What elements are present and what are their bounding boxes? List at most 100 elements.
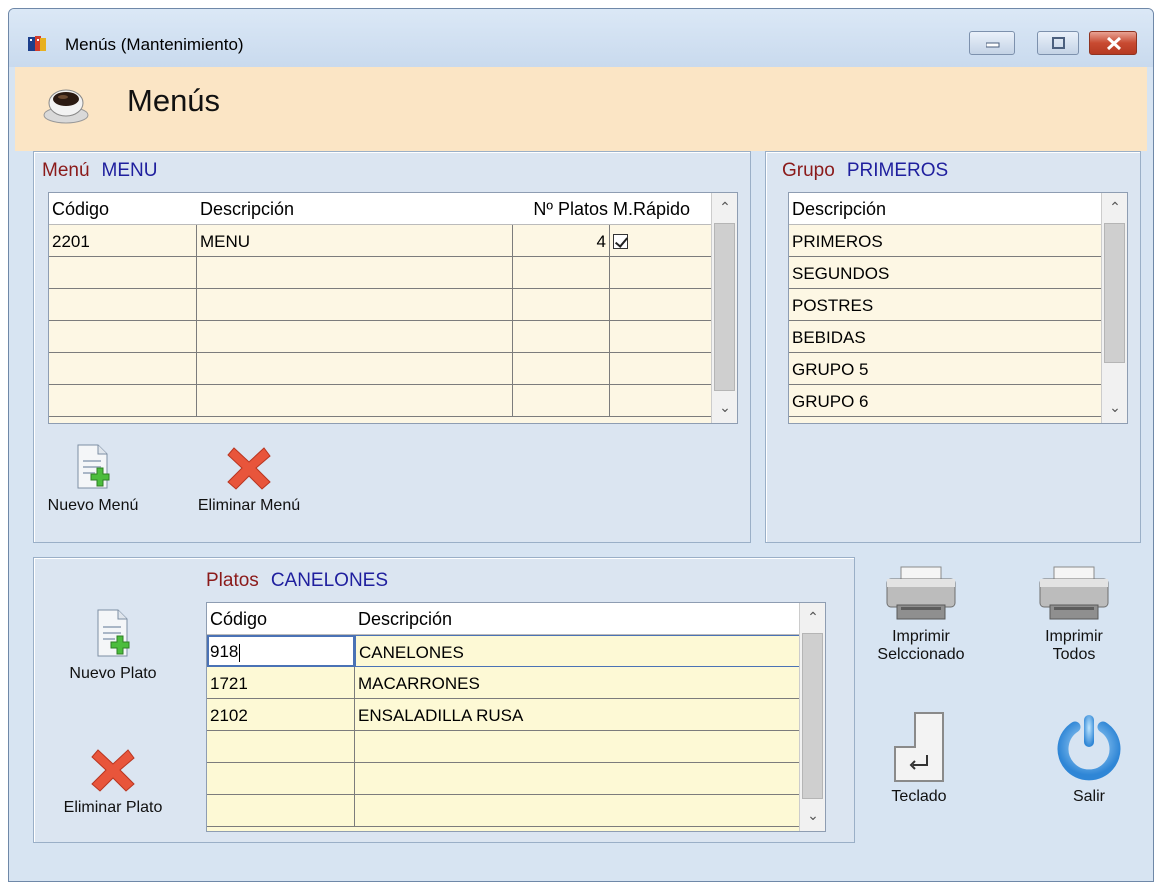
group-table-scrollbar[interactable]: ⌃ ⌄ — [1101, 193, 1127, 423]
maximize-button[interactable] — [1037, 31, 1079, 55]
group-caption-label: Grupo — [782, 160, 835, 181]
maximize-icon — [1052, 37, 1065, 49]
exit-button[interactable]: Salir — [1039, 711, 1139, 806]
print-all-label-2: Todos — [1052, 646, 1096, 663]
print-selected-button[interactable]: Imprimir Selccionado — [861, 565, 981, 664]
group-item[interactable]: GRUPO 6 — [789, 385, 1103, 417]
cell-plato-descripcion[interactable]: MACARRONES — [355, 667, 801, 699]
print-all-button[interactable]: Imprimir Todos — [1021, 565, 1127, 664]
group-item[interactable]: GRUPO 5 — [789, 353, 1103, 385]
cell-m-rapido[interactable] — [610, 225, 713, 257]
coffee-cup-icon — [43, 89, 89, 124]
dishes-caption-label: Platos — [206, 570, 259, 591]
col-m-rapido[interactable]: M.Rápido — [610, 193, 713, 224]
delete-dish-button[interactable]: Eliminar Plato — [48, 744, 178, 817]
title-bar: Menús (Mantenimiento) — [9, 9, 1153, 67]
text-caret — [239, 643, 241, 662]
dishes-caption-value: CANELONES — [270, 570, 389, 591]
list-item[interactable]: POSTRES — [789, 289, 1103, 321]
list-item[interactable]: PRIMEROS — [789, 225, 1103, 257]
col-codigo[interactable]: Código — [49, 193, 197, 224]
table-row[interactable]: 1721 MACARRONES — [207, 667, 801, 699]
new-document-icon — [97, 609, 130, 657]
minimize-button[interactable] — [969, 31, 1015, 55]
dishes-caption: Platos CANELONES — [206, 570, 388, 592]
list-item[interactable]: GRUPO 5 — [789, 353, 1103, 385]
menu-caption: Menú MENU — [42, 160, 157, 182]
app-icon — [28, 36, 46, 51]
dishes-panel: Platos CANELONES Código Descripción 918 C… — [33, 557, 855, 843]
group-caption: Grupo PRIMEROS — [782, 160, 948, 182]
menu-caption-label: Menú — [42, 160, 90, 181]
table-row[interactable] — [49, 289, 713, 321]
window-title: Menús (Mantenimiento) — [65, 35, 244, 54]
scroll-thumb[interactable] — [1104, 223, 1125, 363]
list-item[interactable]: GRUPO 6 — [789, 385, 1103, 417]
menu-table-header: Código Descripción Nº Platos M.Rápido — [49, 193, 713, 225]
new-menu-label: Nuevo Menú — [47, 497, 139, 514]
cell-descripcion[interactable]: MENU — [197, 225, 513, 257]
col-plato-codigo[interactable]: Código — [207, 603, 355, 634]
group-table: Descripción PRIMEROS SEGUNDOS POSTRES BE… — [788, 192, 1128, 424]
cell-plato-descripcion[interactable]: ENSALADILLA RUSA — [355, 699, 801, 731]
keyboard-label: Teclado — [891, 788, 947, 805]
table-row[interactable] — [207, 795, 801, 827]
menu-caption-value: MENU — [101, 160, 158, 181]
scroll-up-icon[interactable]: ⌃ — [800, 603, 825, 631]
group-item[interactable]: SEGUNDOS — [789, 257, 1103, 289]
scroll-down-icon[interactable]: ⌄ — [1102, 393, 1127, 421]
cell-codigo[interactable]: 2201 — [49, 225, 197, 257]
menu-table-scrollbar[interactable]: ⌃ ⌄ — [711, 193, 737, 423]
cell-plato-codigo[interactable]: 2102 — [207, 699, 355, 731]
minimize-icon — [986, 42, 1000, 48]
list-item[interactable]: BEBIDAS — [789, 321, 1103, 353]
col-group-descripcion[interactable]: Descripción — [789, 193, 1103, 224]
main-window: Menús (Mantenimiento) Menús Menú MENU Cód… — [8, 8, 1154, 882]
group-item[interactable]: POSTRES — [789, 289, 1103, 321]
dishes-table-scrollbar[interactable]: ⌃ ⌄ — [799, 603, 825, 831]
table-row[interactable] — [49, 257, 713, 289]
col-descripcion[interactable]: Descripción — [197, 193, 513, 224]
scroll-up-icon[interactable]: ⌃ — [712, 193, 737, 221]
plato-codigo-value[interactable]: 918 — [210, 642, 238, 661]
scroll-thumb[interactable] — [802, 633, 823, 799]
col-num-platos[interactable]: Nº Platos — [513, 193, 610, 224]
scroll-down-icon[interactable]: ⌄ — [712, 393, 737, 421]
list-item[interactable]: SEGUNDOS — [789, 257, 1103, 289]
table-row[interactable] — [49, 321, 713, 353]
col-plato-descripcion[interactable]: Descripción — [355, 603, 801, 634]
delete-menu-button[interactable]: Eliminar Menú — [194, 442, 304, 515]
keyboard-button[interactable]: Teclado — [869, 711, 969, 806]
delete-dish-label: Eliminar Plato — [63, 799, 163, 816]
scroll-down-icon[interactable]: ⌄ — [800, 801, 825, 829]
table-row[interactable] — [49, 353, 713, 385]
table-row[interactable] — [207, 731, 801, 763]
table-row[interactable] — [207, 763, 801, 795]
page-title: Menús — [127, 83, 221, 118]
group-item[interactable]: PRIMEROS — [789, 225, 1103, 257]
table-row[interactable]: 2201 MENU 4 — [49, 225, 713, 257]
close-button[interactable] — [1089, 31, 1137, 55]
new-menu-button[interactable]: Nuevo Menú — [38, 442, 148, 515]
m-rapido-checkbox[interactable] — [613, 234, 628, 250]
scroll-up-icon[interactable]: ⌃ — [1102, 193, 1127, 221]
scroll-thumb[interactable] — [714, 223, 735, 391]
dishes-table-header: Código Descripción — [207, 603, 801, 635]
print-all-label-1: Imprimir — [1045, 628, 1103, 645]
cell-num-platos[interactable]: 4 — [513, 225, 610, 257]
printer-icon — [1039, 566, 1109, 620]
exit-label: Salir — [1072, 788, 1105, 805]
group-item[interactable]: BEBIDAS — [789, 321, 1103, 353]
table-row[interactable]: 918 CANELONES — [207, 635, 801, 667]
table-row[interactable] — [49, 385, 713, 417]
cell-plato-codigo[interactable]: 1721 — [207, 667, 355, 699]
delete-x-icon — [91, 749, 135, 792]
table-row[interactable]: 2102 ENSALADILLA RUSA — [207, 699, 801, 731]
cell-plato-descripcion[interactable]: CANELONES — [355, 635, 801, 667]
cell-plato-codigo[interactable]: 918 — [207, 635, 355, 667]
menu-table: Código Descripción Nº Platos M.Rápido 22… — [48, 192, 738, 424]
new-dish-button[interactable]: Nuevo Plato — [48, 602, 178, 683]
print-selected-label-1: Imprimir — [892, 628, 950, 645]
menu-panel: Menú MENU Código Descripción Nº Platos M.… — [33, 151, 751, 543]
close-icon — [1106, 36, 1122, 51]
